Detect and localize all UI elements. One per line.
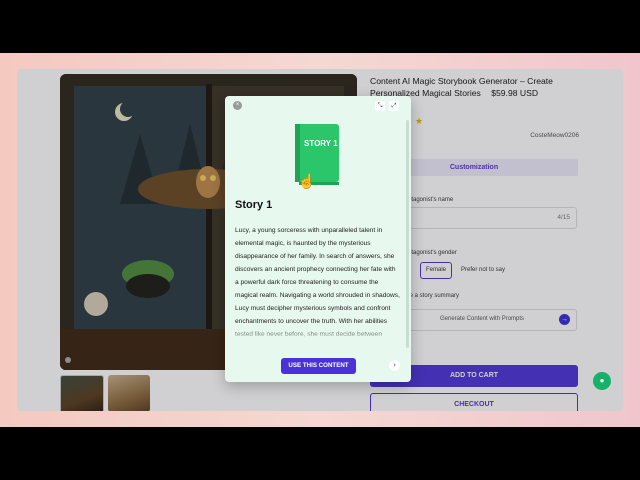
story-body: Lucy, a young sorceress with unparallele… [235, 224, 401, 340]
story-modal: × ⤡ ⤢ STORY 1 ☝ Story 1 Lucy, a young so… [225, 96, 411, 382]
minimize-icon[interactable]: ⤡ [375, 101, 385, 111]
story-body-text: Lucy, a young sorceress with unparallele… [235, 227, 400, 338]
modal-scrollbar[interactable] [406, 120, 409, 348]
use-this-content-button[interactable]: USE THIS CONTENT [281, 358, 356, 374]
hand-cursor-icon: ☝ [298, 173, 316, 189]
chat-icon[interactable]: ● [593, 372, 611, 390]
page-background: Content AI Magic Storybook Generator – C… [0, 53, 640, 427]
letterbox-bottom [0, 427, 640, 480]
close-icon[interactable]: × [233, 101, 242, 110]
story-title: Story 1 [235, 199, 273, 211]
book-label: STORY 1 [304, 139, 338, 148]
expand-icon[interactable]: ⤢ [389, 101, 399, 111]
letterbox-top [0, 0, 640, 53]
next-arrow-icon[interactable]: › [389, 360, 400, 371]
product-page: Content AI Magic Storybook Generator – C… [17, 69, 623, 411]
